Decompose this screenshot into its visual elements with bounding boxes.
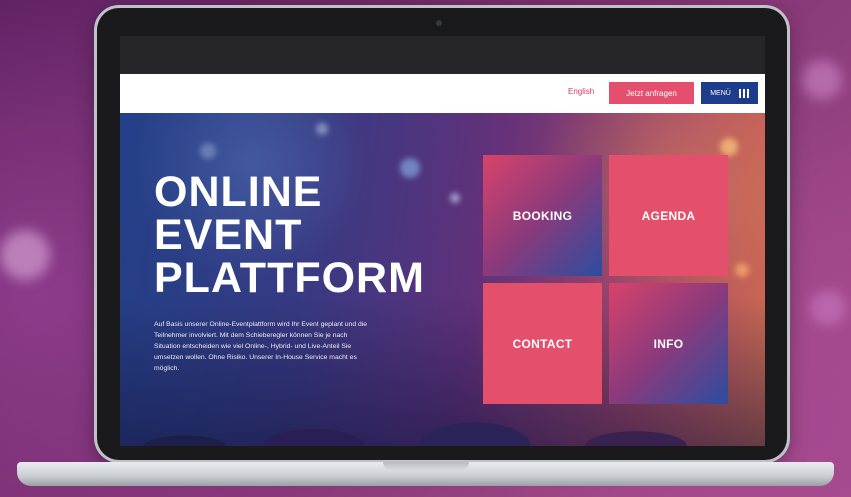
laptop-screen: English Jetzt anfragen MENÜ ONLINE EVENT…: [120, 36, 765, 446]
hero-description: Auf Basis unserer Online-Eventplattform …: [154, 321, 368, 372]
hero-title-line: ONLINE: [154, 168, 323, 216]
menu-button[interactable]: MENÜ: [701, 82, 758, 104]
hero-title: ONLINE EVENT PLATTFORM: [154, 171, 425, 300]
laptop-base: [17, 462, 834, 486]
tile-agenda[interactable]: AGENDA: [609, 155, 728, 276]
laptop-lid: English Jetzt anfragen MENÜ ONLINE EVENT…: [97, 8, 787, 460]
laptop-notch: [383, 462, 469, 470]
hero-section: ONLINE EVENT PLATTFORM Auf Basis unserer…: [120, 113, 765, 446]
website-header: English Jetzt anfragen MENÜ: [120, 74, 765, 113]
language-link-english[interactable]: English: [568, 87, 594, 96]
bokeh-light: [0, 230, 50, 280]
bokeh-light: [802, 60, 842, 100]
tile-info[interactable]: INFO: [609, 283, 728, 404]
tile-contact[interactable]: CONTACT: [483, 283, 602, 404]
bokeh-light: [810, 290, 846, 326]
hero-title-line: EVENT: [154, 211, 303, 259]
menu-label: MENÜ: [710, 89, 731, 97]
camera-icon: [436, 20, 442, 26]
hamburger-bars-icon: [738, 88, 749, 98]
hero-title-line: PLATTFORM: [154, 254, 425, 302]
request-button[interactable]: Jetzt anfragen: [609, 82, 694, 104]
tile-booking[interactable]: BOOKING: [483, 155, 602, 276]
